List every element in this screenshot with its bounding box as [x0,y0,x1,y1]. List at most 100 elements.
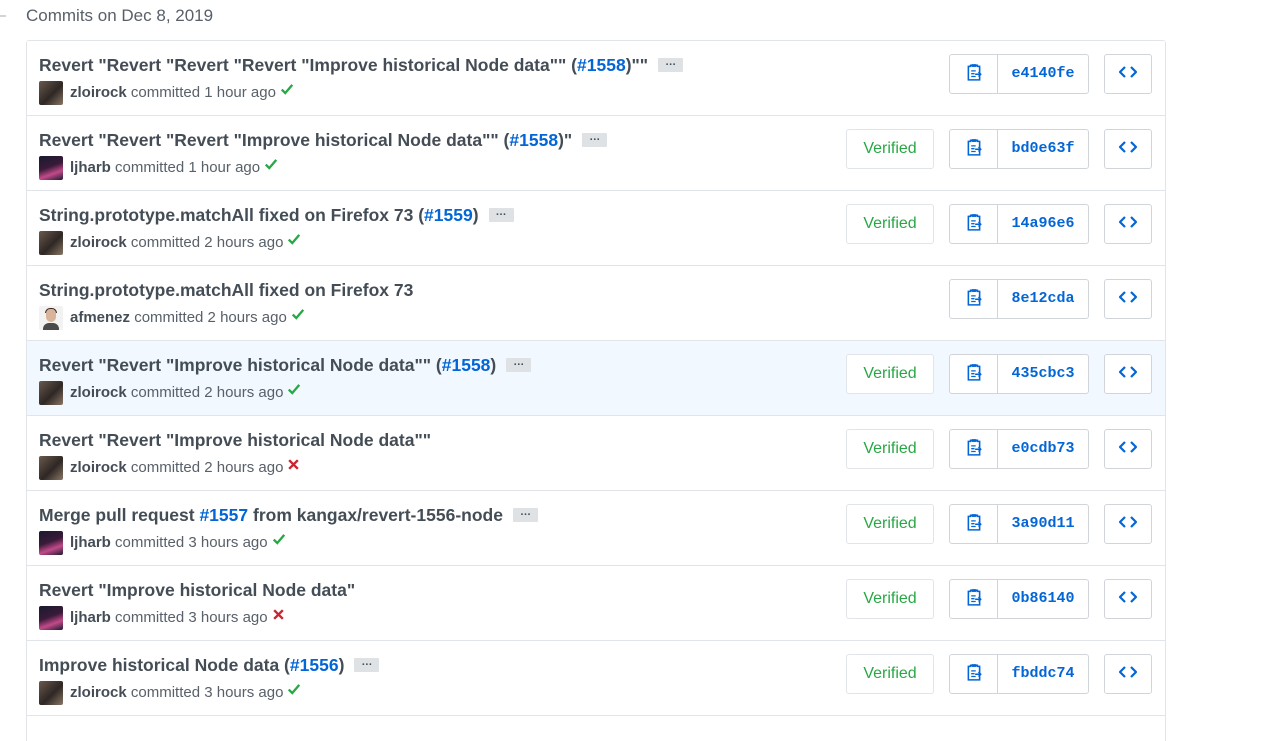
copy-sha-button[interactable] [950,655,998,693]
commit-message-link[interactable]: Improve historical Node data ( [39,655,290,675]
author-link[interactable]: ljharb [70,159,111,176]
commit-message-link[interactable]: Revert "Revert "Improve historical Node … [39,355,442,375]
check-icon[interactable] [291,305,305,329]
expand-message-button[interactable]: … [506,356,532,372]
commit-time: committed 3 hours ago [115,609,268,626]
avatar[interactable] [39,231,63,256]
issue-link[interactable]: #1559 [424,205,473,225]
sha-button-group: 435cbc3 [949,354,1089,394]
avatar[interactable] [39,381,63,406]
avatar[interactable] [39,456,63,481]
browse-repo-button[interactable] [1104,279,1152,319]
avatar[interactable] [39,81,63,106]
verified-badge[interactable]: Verified [846,204,934,244]
author-link[interactable]: zloirock [70,384,127,401]
commit-row: Revert "Revert "Revert "Improve historic… [27,116,1165,191]
author-link[interactable]: afmenez [70,309,130,326]
author-link[interactable]: zloirock [70,684,127,701]
verified-badge[interactable]: Verified [846,654,934,694]
author-link[interactable]: zloirock [70,234,127,251]
avatar[interactable] [39,156,63,181]
commit-sha-link[interactable]: e0cdb73 [998,430,1088,468]
expand-message-button[interactable]: … [658,56,684,72]
commit-message-link[interactable]: Revert "Improve historical Node data" [39,580,355,600]
browse-repo-button[interactable] [1104,354,1152,394]
verified-badge[interactable]: Verified [846,429,934,469]
expand-message-button[interactable]: … [488,206,514,222]
expand-message-button[interactable]: … [354,656,380,672]
issue-link[interactable]: #1556 [290,655,339,675]
browse-repo-button[interactable] [1104,129,1152,169]
copy-sha-button[interactable] [950,355,998,393]
commit-sha-link[interactable]: 3a90d11 [998,505,1088,543]
commit-message-link[interactable]: )" [558,130,572,150]
commit-time: committed 2 hours ago [134,309,287,326]
verified-badge[interactable]: Verified [846,504,934,544]
code-icon [1118,140,1138,159]
commit-sha-link[interactable]: 435cbc3 [998,355,1088,393]
browse-repo-button[interactable] [1104,54,1152,94]
clippy-icon [965,513,983,536]
copy-sha-button[interactable] [950,55,998,93]
expand-message-button[interactable]: … [582,131,608,147]
copy-sha-button[interactable] [950,205,998,243]
x-icon[interactable] [287,455,300,479]
code-icon [1118,515,1138,534]
commit-message-link[interactable]: )"" [626,55,648,75]
copy-sha-button[interactable] [950,430,998,468]
commit-message-link[interactable]: String.prototype.matchAll fixed on Firef… [39,280,413,300]
commit-message-link[interactable]: ) [490,355,496,375]
verified-badge[interactable]: Verified [846,129,934,169]
check-icon[interactable] [272,530,286,554]
copy-sha-button[interactable] [950,505,998,543]
check-icon[interactable] [287,380,301,404]
x-icon[interactable] [272,605,285,629]
commit-message-link[interactable]: Revert "Revert "Revert "Improve historic… [39,130,509,150]
browse-repo-button[interactable] [1104,504,1152,544]
commit-message-link[interactable]: ) [339,655,345,675]
avatar[interactable] [39,606,63,631]
commit-time: committed 1 hour ago [115,159,261,176]
commit-sha-link[interactable]: 14a96e6 [998,205,1088,243]
avatar[interactable] [39,681,63,706]
avatar[interactable] [39,306,63,331]
browse-repo-button[interactable] [1104,429,1152,469]
commit-sha-link[interactable]: fbddc74 [998,655,1088,693]
issue-link[interactable]: #1558 [442,355,491,375]
verified-badge[interactable]: Verified [846,354,934,394]
commit-message-link[interactable]: from kangax/revert-1556-node [248,505,503,525]
commit-sha-link[interactable]: e4140fe [998,55,1088,93]
check-icon[interactable] [280,80,294,104]
commit-message-link[interactable]: Merge pull request [39,505,199,525]
author-link[interactable]: zloirock [70,459,127,476]
commit-message-link[interactable]: String.prototype.matchAll fixed on Firef… [39,205,424,225]
commit-row: Revert "Revert "Revert "Revert "Improve … [27,41,1165,116]
copy-sha-button[interactable] [950,580,998,618]
check-icon[interactable] [287,680,301,704]
browse-repo-button[interactable] [1104,579,1152,619]
check-icon[interactable] [264,155,278,179]
author-link[interactable]: zloirock [70,84,127,101]
commit-sha-link[interactable]: 0b86140 [998,580,1088,618]
browse-repo-button[interactable] [1104,204,1152,244]
copy-sha-button[interactable] [950,130,998,168]
commit-title: Merge pull request #1557 from kangax/rev… [39,504,538,526]
author-link[interactable]: ljharb [70,609,111,626]
issue-link[interactable]: #1558 [577,55,626,75]
issue-link[interactable]: #1558 [509,130,558,150]
verified-badge[interactable]: Verified [846,579,934,619]
commit-title: Revert "Revert "Improve historical Node … [39,354,532,376]
check-icon[interactable] [287,230,301,254]
issue-link[interactable]: #1557 [199,505,248,525]
avatar[interactable] [39,531,63,556]
copy-sha-button[interactable] [950,280,998,318]
author-link[interactable]: ljharb [70,534,111,551]
commit-message-link[interactable]: Revert "Revert "Revert "Revert "Improve … [39,55,577,75]
commit-message-link[interactable]: ) [473,205,479,225]
commit-message-link[interactable]: Revert "Revert "Improve historical Node … [39,430,431,450]
clippy-icon [965,213,983,236]
expand-message-button[interactable]: … [512,506,538,522]
browse-repo-button[interactable] [1104,654,1152,694]
commit-sha-link[interactable]: 8e12cda [998,280,1088,318]
commit-sha-link[interactable]: bd0e63f [998,130,1088,168]
